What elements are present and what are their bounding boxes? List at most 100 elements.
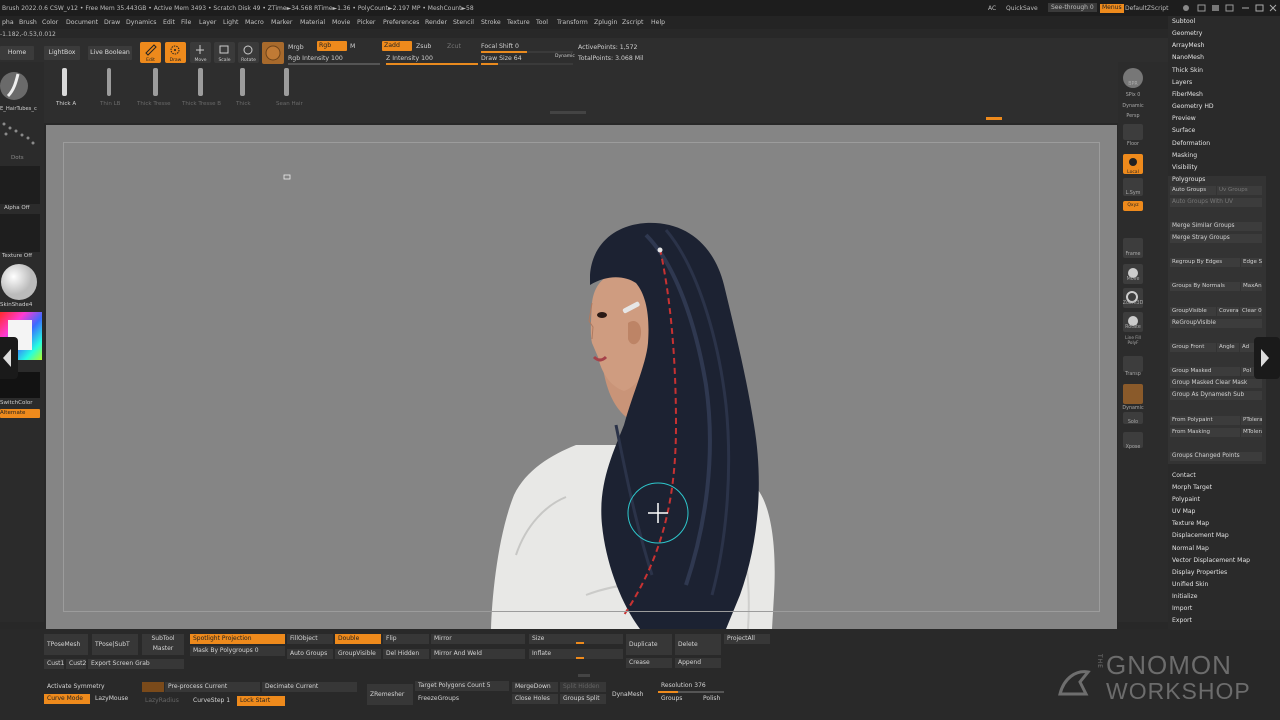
lightbox-button[interactable]: LightBox — [44, 46, 80, 60]
dynamic-toggle[interactable]: Dynamic — [1121, 104, 1145, 109]
floor-button[interactable] — [1123, 124, 1143, 140]
crease-button[interactable]: Crease — [626, 658, 672, 668]
tpose-subt-button[interactable]: TPose|SubT — [92, 634, 138, 655]
palette-item-geometry-hd[interactable]: Geometry HD — [1172, 103, 1214, 110]
menu-movie[interactable]: Movie — [332, 19, 350, 26]
brush-thick[interactable]: Thick — [224, 66, 264, 110]
stroke-button[interactable] — [0, 114, 40, 154]
palette-item-visibility[interactable]: Visibility — [1172, 164, 1198, 171]
from-masking-button[interactable]: From Masking — [1170, 428, 1240, 437]
menu-stroke[interactable]: Stroke — [481, 19, 501, 26]
window-controls[interactable] — [1182, 3, 1278, 13]
z-intensity-slider[interactable] — [386, 63, 478, 65]
symmetry-toggle[interactable] — [142, 682, 164, 692]
linefill-button[interactable]: Line Fill PolyF — [1121, 335, 1145, 345]
see-through-slider[interactable]: See-through 0 — [1048, 3, 1097, 12]
menu-layer[interactable]: Layer — [199, 19, 216, 26]
qxyz-button[interactable]: Qxyz — [1123, 201, 1143, 211]
target-polygons-slider[interactable]: Target Polygons Count 5 — [415, 681, 509, 691]
material-button[interactable] — [0, 262, 40, 302]
palette-item-nanomesh[interactable]: NanoMesh — [1172, 54, 1204, 61]
palette-item-contact[interactable]: Contact — [1172, 472, 1196, 479]
menu-preferences[interactable]: Preferences — [383, 19, 419, 26]
regroup-by-edges-button[interactable]: Regroup By Edges — [1170, 258, 1240, 267]
home-page-button[interactable]: Home Page — [0, 46, 34, 70]
del-hidden-button[interactable]: Del Hidden — [383, 649, 429, 659]
freezegroups-button[interactable]: FreezeGroups — [415, 694, 509, 704]
menu-draw[interactable]: Draw — [104, 19, 120, 26]
menu-dynamics[interactable]: Dynamics — [126, 19, 157, 26]
angle-slider[interactable]: Angle — [1217, 343, 1239, 352]
palette-item-geometry[interactable]: Geometry — [1172, 30, 1202, 37]
live-boolean-button[interactable]: Live Boolean — [88, 46, 132, 60]
palette-item-layers[interactable]: Layers — [1172, 79, 1192, 86]
zsub-button[interactable]: Zsub — [416, 43, 431, 50]
menu-zscript[interactable]: Zscript — [622, 19, 643, 26]
group-visible-button[interactable]: GroupVisible — [1170, 307, 1216, 316]
menu-picker[interactable]: Picker — [357, 19, 375, 26]
shelf-scroll-indicator[interactable] — [986, 117, 1002, 120]
groups-split-button[interactable]: Groups Split — [560, 694, 606, 704]
menu-document[interactable]: Document — [66, 19, 98, 26]
dynamesh-button[interactable]: DynaMesh — [609, 684, 655, 705]
dynamic-button[interactable]: Dynamic — [555, 54, 575, 59]
menu-transform[interactable]: Transform — [557, 19, 588, 26]
polish-toggle[interactable]: Polish — [700, 694, 734, 704]
palette-item-masking[interactable]: Masking — [1172, 152, 1197, 159]
switch-color-button[interactable]: SwitchColor — [0, 400, 33, 406]
texture-button[interactable] — [0, 214, 40, 252]
duplicate-button[interactable]: Duplicate — [626, 634, 672, 655]
polygroups-title[interactable]: Polygroups — [1172, 176, 1205, 183]
resolution-track[interactable] — [658, 691, 724, 693]
move-button[interactable]: Move — [190, 42, 211, 63]
default-zscript-button[interactable]: DefaultZScript — [1125, 5, 1168, 12]
auto-groups-bottom-button[interactable]: Auto Groups — [287, 649, 333, 659]
transp-button[interactable] — [1123, 356, 1143, 372]
menu-stencil[interactable]: Stencil — [453, 19, 474, 26]
focal-shift-slider[interactable] — [481, 51, 573, 53]
prev-arrow-button[interactable] — [0, 337, 18, 379]
rotate-button[interactable]: Rotate — [238, 42, 259, 63]
fillobject-button[interactable]: FillObject — [287, 634, 333, 644]
palette-item-polypaint[interactable]: Polypaint — [1172, 496, 1200, 503]
double-button[interactable]: Double — [335, 634, 381, 644]
rgb-intensity-slider[interactable] — [288, 63, 380, 65]
quicksave-button[interactable]: QuickSave — [1006, 5, 1038, 12]
flip-button[interactable]: Flip — [383, 634, 429, 644]
groups-changed-points-button[interactable]: Groups Changed Points — [1170, 452, 1262, 461]
draw-size-slider[interactable] — [481, 63, 573, 65]
append-button[interactable]: Append — [675, 658, 721, 668]
alpha-button[interactable] — [0, 166, 40, 204]
menu-material[interactable]: Material — [300, 19, 325, 26]
auto-groups-uv-button[interactable]: Auto Groups With UV — [1170, 198, 1262, 207]
palette-item-fibermesh[interactable]: FiberMesh — [1172, 91, 1203, 98]
spotlight-projection-button[interactable]: Spotlight Projection — [190, 634, 285, 644]
zadd-button[interactable]: Zadd — [382, 41, 412, 51]
brush-thick-tresse-b[interactable]: Thick Tresse B — [180, 66, 224, 110]
rgb-button[interactable]: Rgb — [317, 41, 347, 51]
palette-item-subtool[interactable]: Subtool — [1172, 18, 1195, 25]
menu-color[interactable]: Color — [42, 19, 58, 26]
cust2-button[interactable]: Cust2 — [66, 659, 86, 669]
menu-render[interactable]: Render — [425, 19, 447, 26]
ptolerance-slider[interactable]: PToleran — [1241, 416, 1262, 425]
palette-item-display-properties[interactable]: Display Properties — [1172, 569, 1227, 576]
mergedown-button[interactable]: MergeDown — [512, 682, 558, 692]
auto-groups-button[interactable]: Auto Groups — [1170, 186, 1216, 195]
mask-by-polygroups-slider[interactable]: Mask By Polygroups 0 — [190, 646, 285, 656]
size-slider-knob[interactable] — [576, 642, 584, 644]
local-button[interactable]: Local — [1123, 154, 1143, 175]
projectall-button[interactable]: ProjectAll — [724, 634, 770, 644]
shelf-collapse-handle-bottom[interactable] — [578, 674, 590, 677]
palette-item-import[interactable]: Import — [1172, 605, 1192, 612]
mtolerance-slider[interactable]: MToleran — [1241, 428, 1262, 437]
palette-item-arraymesh[interactable]: ArrayMesh — [1172, 42, 1204, 49]
zremesher-button[interactable]: ZRemesher — [367, 684, 413, 705]
lazyradius-slider[interactable]: LazyRadius — [142, 696, 188, 706]
menu-zplugin[interactable]: Zplugin — [594, 19, 617, 26]
group-masked-clear-mask-button[interactable]: Group Masked Clear Mask — [1170, 379, 1262, 388]
m-button[interactable]: M — [350, 43, 355, 50]
menus-button[interactable]: Menus — [1100, 4, 1124, 13]
palette-item-preview[interactable]: Preview — [1172, 115, 1196, 122]
palette-item-deformation[interactable]: Deformation — [1172, 140, 1210, 147]
